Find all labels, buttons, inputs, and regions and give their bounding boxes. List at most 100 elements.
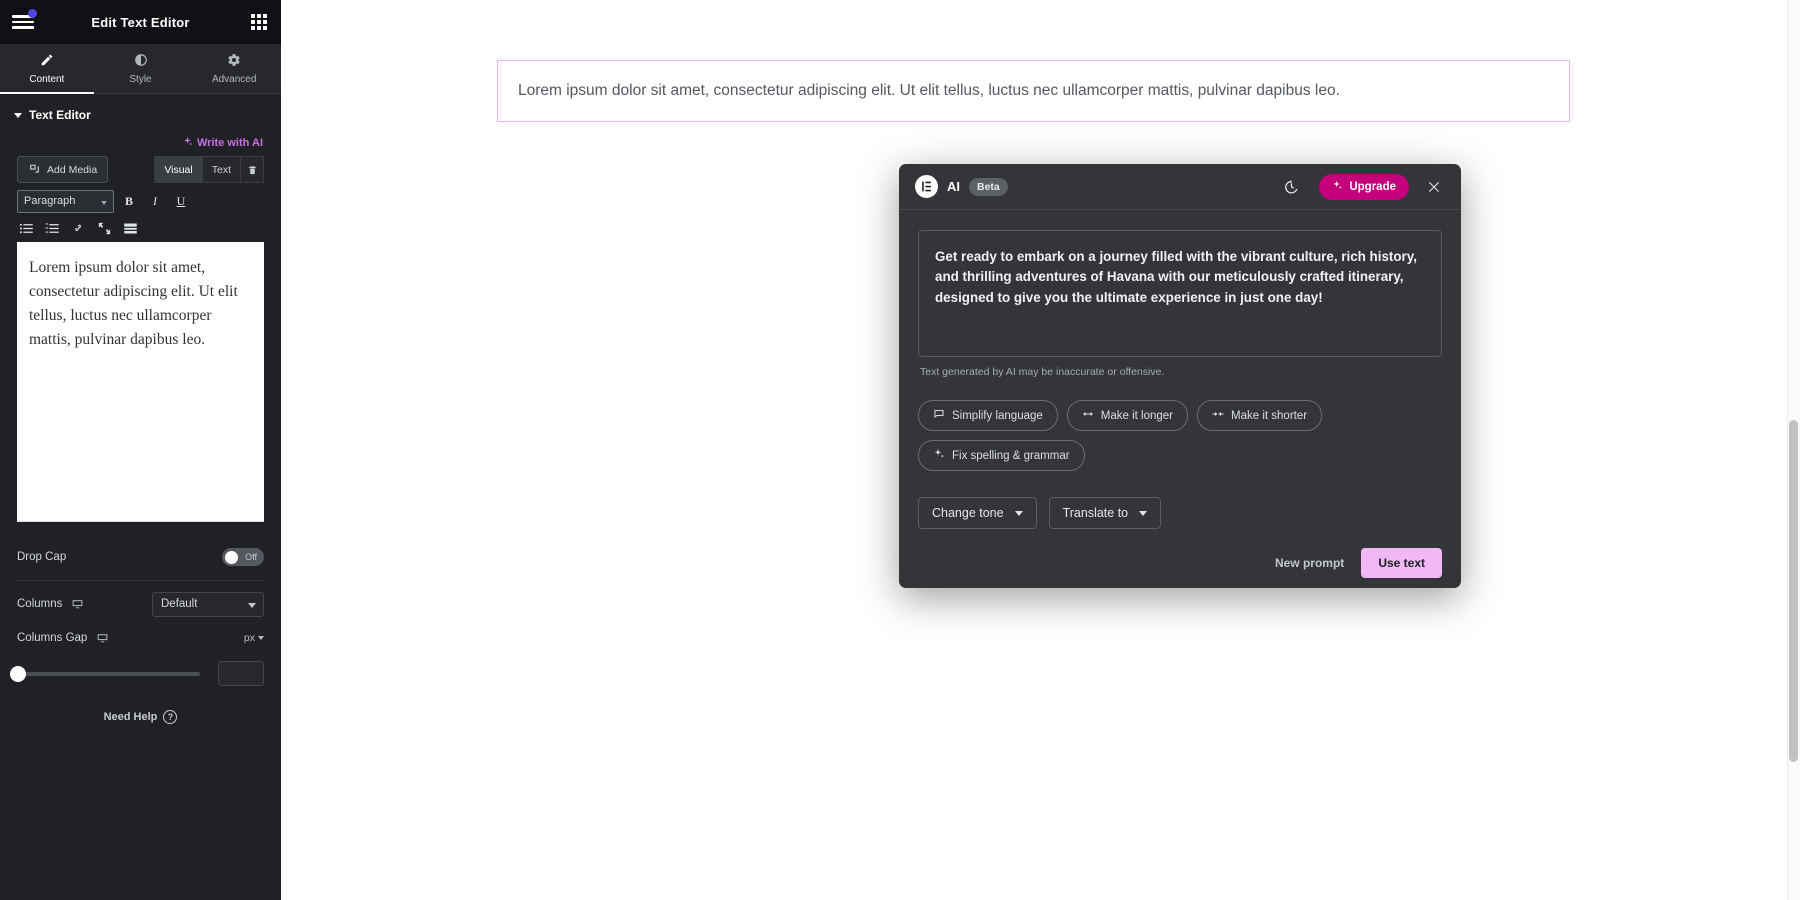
panel-scroll-area: Text Editor Write with AI Add Media Visu…	[0, 94, 281, 900]
columns-gap-input[interactable]	[218, 661, 264, 686]
contrast-circle-icon	[134, 53, 148, 70]
tab-content-label: Content	[29, 73, 65, 85]
canvas-scrollbar[interactable]	[1787, 0, 1800, 900]
wp-editor: Add Media Visual Text Paragraph B I U Lo…	[17, 156, 264, 522]
columns-gap-label-group: Columns Gap	[17, 632, 109, 645]
grid-apps-icon[interactable]	[251, 14, 267, 30]
page-title: Edit Text Editor	[91, 14, 190, 30]
question-mark-icon: ?	[163, 710, 178, 724]
history-clock-icon[interactable]	[1279, 175, 1303, 199]
close-icon[interactable]	[1423, 176, 1445, 198]
paragraph-format-select[interactable]: Paragraph	[17, 189, 114, 213]
italic-button[interactable]: I	[144, 190, 166, 212]
control-columns-gap: Columns Gap px	[0, 621, 281, 655]
elementor-logo-icon	[915, 175, 938, 198]
bulleted-list-icon[interactable]	[19, 221, 34, 236]
columns-gap-slider-row	[0, 655, 281, 686]
section-title: Text Editor	[29, 108, 91, 122]
chip-label: Make it longer	[1100, 409, 1174, 422]
need-help-link[interactable]: Need Help ?	[0, 686, 281, 724]
text-editor-widget[interactable]: Lorem ipsum dolor sit amet, consectetur …	[497, 60, 1570, 122]
chip-label: Fix spelling & grammar	[952, 449, 1070, 462]
arrows-expand-icon	[1082, 408, 1094, 423]
underline-button[interactable]: U	[170, 190, 192, 212]
panel-header: Edit Text Editor	[0, 0, 281, 44]
desktop-icon[interactable]	[96, 632, 109, 645]
columns-gap-slider[interactable]	[10, 665, 200, 682]
chip-fix-spelling-grammar[interactable]: Fix spelling & grammar	[918, 440, 1085, 471]
wp-toolbar-secondary	[17, 216, 264, 240]
drop-cap-toggle[interactable]: Off	[222, 548, 264, 566]
columns-select[interactable]: Default	[152, 591, 264, 617]
link-icon[interactable]	[71, 221, 86, 236]
columns-value: Default	[161, 598, 198, 610]
gear-icon	[227, 53, 241, 70]
beta-badge: Beta	[969, 177, 1008, 196]
numbered-list-icon[interactable]	[45, 221, 60, 236]
columns-gap-unit-select[interactable]: px	[244, 632, 264, 644]
wp-toolbar-formatting: Paragraph B I U	[17, 189, 264, 213]
add-media-button[interactable]: Add Media	[17, 156, 109, 183]
chip-simplify-language[interactable]: Simplify language	[918, 400, 1058, 431]
divider	[17, 580, 264, 581]
panel-tabs: Content Style Advanced	[0, 44, 281, 94]
editor-mode-tabs: Visual Text	[154, 156, 264, 183]
change-tone-dropdown[interactable]: Change tone	[918, 497, 1037, 529]
ai-result-text: Get ready to embark on a journey filled …	[935, 249, 1417, 305]
tab-advanced-label: Advanced	[211, 73, 257, 85]
wp-toolbar-top: Add Media Visual Text	[17, 156, 264, 183]
wp-content-editable[interactable]: Lorem ipsum dolor sit amet, consectetur …	[17, 242, 264, 522]
wp-content-text: Lorem ipsum dolor sit amet, consectetur …	[29, 259, 238, 349]
tab-style-label: Style	[129, 73, 152, 85]
write-with-ai-button[interactable]: Write with AI	[0, 132, 281, 156]
chevron-down-icon	[248, 602, 256, 608]
arrows-collapse-icon	[1212, 408, 1224, 423]
toggle-knob	[225, 550, 238, 564]
tab-style[interactable]: Style	[94, 44, 188, 93]
upgrade-label: Upgrade	[1349, 180, 1396, 193]
slider-handle[interactable]	[10, 665, 26, 682]
upgrade-button[interactable]: Upgrade	[1319, 173, 1409, 200]
ai-modal-footer: New prompt Use text	[899, 529, 1461, 588]
desktop-icon[interactable]	[71, 598, 84, 611]
text-widget-content: Lorem ipsum dolor sit amet, consectetur …	[518, 81, 1340, 99]
columns-gap-label: Columns Gap	[17, 632, 88, 644]
new-prompt-button[interactable]: New prompt	[1275, 556, 1344, 570]
translate-to-dropdown[interactable]: Translate to	[1048, 497, 1162, 529]
chevron-down-icon	[101, 200, 107, 205]
left-panel: Edit Text Editor Content Style Advanced …	[0, 0, 281, 900]
tab-visual[interactable]: Visual	[154, 156, 202, 183]
trash-icon[interactable]	[240, 156, 264, 183]
chip-label: Simplify language	[952, 409, 1043, 422]
ai-modal-header: AI Beta Upgrade	[899, 164, 1461, 210]
translate-to-label: Translate to	[1062, 506, 1129, 520]
use-text-button[interactable]: Use text	[1361, 548, 1442, 578]
ai-result-box[interactable]: Get ready to embark on a journey filled …	[918, 230, 1442, 357]
scrollbar-thumb[interactable]	[1789, 420, 1798, 762]
elementor-editor: Edit Text Editor Content Style Advanced …	[0, 0, 1800, 900]
change-tone-label: Change tone	[932, 506, 1004, 520]
chevron-down-icon	[258, 636, 264, 640]
section-text-editor[interactable]: Text Editor	[0, 94, 281, 132]
speech-bubble-icon	[933, 408, 945, 423]
sparkle-icon	[1332, 180, 1343, 194]
chip-label: Make it shorter	[1231, 409, 1308, 422]
ai-modal-title: AI	[947, 179, 960, 194]
drop-cap-label: Drop Cap	[17, 551, 67, 563]
ai-disclaimer: Text generated by AI may be inaccurate o…	[920, 366, 1165, 378]
fullscreen-icon[interactable]	[97, 221, 112, 236]
tab-advanced[interactable]: Advanced	[187, 44, 281, 93]
paragraph-format-value: Paragraph	[24, 195, 76, 207]
bold-button[interactable]: B	[118, 190, 140, 212]
tab-text[interactable]: Text	[201, 156, 240, 183]
table-icon[interactable]	[123, 221, 138, 236]
chevron-down-icon	[1139, 510, 1148, 516]
hamburger-icon[interactable]	[12, 9, 37, 32]
chip-make-it-longer[interactable]: Make it longer	[1066, 400, 1189, 431]
ai-dropdown-row: Change tone Translate to	[918, 471, 1442, 529]
tab-content[interactable]: Content	[0, 44, 94, 94]
chevron-down-icon	[1014, 510, 1023, 516]
need-help-label: Need Help	[103, 711, 158, 723]
ai-modal: AI Beta Upgrade Get ready to embark on a…	[899, 164, 1461, 588]
chip-make-it-shorter[interactable]: Make it shorter	[1197, 400, 1323, 431]
